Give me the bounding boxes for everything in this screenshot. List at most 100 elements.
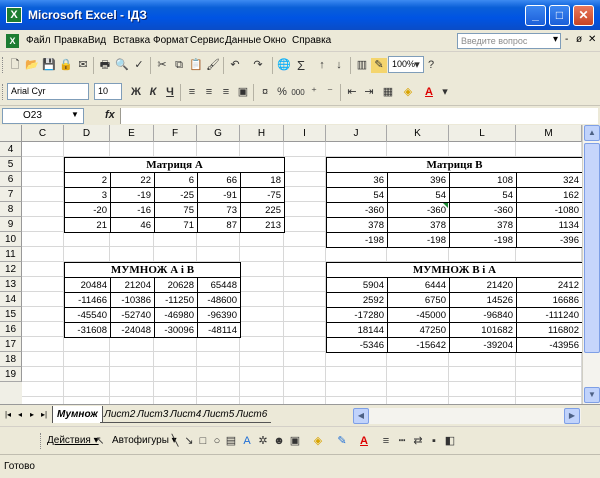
toolbar-grip[interactable] xyxy=(40,433,43,449)
row-header-13[interactable]: 13 xyxy=(0,277,22,292)
matrix-a-cell[interactable]: 87 xyxy=(198,218,240,233)
menu-help[interactable]: Справка xyxy=(292,35,331,46)
next-sheet-icon[interactable]: ▸ xyxy=(27,410,37,419)
menu-insert[interactable]: Вставка xyxy=(113,35,150,46)
row-header-4[interactable]: 4 xyxy=(0,142,22,157)
matrix-b-cell[interactable]: 54 xyxy=(388,188,449,203)
sheet-tab-list6[interactable]: Лист6 xyxy=(232,406,272,423)
matrix-b-cell[interactable]: 378 xyxy=(388,218,449,233)
matrix-a-cell[interactable]: -20 xyxy=(65,203,110,218)
product-ab-cell[interactable]: -30096 xyxy=(155,323,197,338)
align-center-icon[interactable]: ≡ xyxy=(201,85,217,100)
new-document-icon[interactable]: 🗋 xyxy=(7,58,23,73)
matrix-a-cell[interactable]: 46 xyxy=(111,218,154,233)
increase-indent-icon[interactable]: ⇥ xyxy=(361,85,377,100)
product-ab-cell[interactable]: -46980 xyxy=(155,308,197,323)
matrix-b-cell[interactable]: 1134 xyxy=(517,218,582,233)
thousands-button[interactable]: 000 xyxy=(290,85,306,100)
maximize-button[interactable]: □ xyxy=(549,5,570,26)
column-header-d[interactable]: D xyxy=(64,125,110,142)
column-header-c[interactable]: C xyxy=(22,125,64,142)
decrease-decimal-icon[interactable]: ⁻ xyxy=(322,85,338,100)
matrix-a-cell[interactable]: -75 xyxy=(241,188,284,203)
insert-function-icon[interactable]: fx xyxy=(105,109,115,121)
matrix-b-cell[interactable]: -198 xyxy=(388,233,449,248)
align-left-icon[interactable]: ≡ xyxy=(184,85,200,100)
product-ab-cell[interactable]: -45540 xyxy=(65,308,110,323)
product-ab-cell[interactable]: -31608 xyxy=(65,323,110,338)
row-header-5[interactable]: 5 xyxy=(0,157,22,172)
font-color-icon[interactable]: A xyxy=(356,434,372,449)
matrix-b-cell[interactable]: -198 xyxy=(450,233,516,248)
column-header-g[interactable]: G xyxy=(197,125,240,142)
menu-file[interactable]: Файл xyxy=(26,35,51,46)
help-search-input[interactable]: Введите вопрос xyxy=(457,33,561,49)
line-style-icon[interactable]: ≡ xyxy=(378,434,394,449)
row-header-17[interactable]: 17 xyxy=(0,337,22,352)
bold-button[interactable]: Ж xyxy=(128,85,144,100)
matrix-b-cell[interactable]: 108 xyxy=(450,173,516,188)
menu-data[interactable]: Данные xyxy=(225,35,261,46)
product-ba-cell[interactable]: -111240 xyxy=(517,308,582,323)
font-color-icon[interactable]: A xyxy=(421,85,437,100)
row-header-15[interactable]: 15 xyxy=(0,307,22,322)
sort-ascending-icon[interactable]: ↑ xyxy=(314,58,330,73)
matrix-a-cell[interactable]: 73 xyxy=(198,203,240,218)
fill-color-icon[interactable]: ◈ xyxy=(400,85,416,100)
doc-restore-button[interactable]: ø xyxy=(576,34,582,45)
product-ab-cell[interactable]: 21204 xyxy=(111,278,154,293)
matrix-b-cell[interactable]: 324 xyxy=(517,173,582,188)
textbox-icon[interactable]: ▤ xyxy=(223,434,239,449)
product-ba-cell[interactable]: 2412 xyxy=(517,278,582,293)
matrix-b-cell[interactable]: -360 xyxy=(450,203,516,218)
underline-button[interactable]: Ч xyxy=(162,85,178,100)
matrix-a-cell[interactable]: 75 xyxy=(155,203,197,218)
3d-style-icon[interactable]: ◧ xyxy=(442,434,458,449)
product-ab-cell[interactable]: -11250 xyxy=(155,293,197,308)
product-ba-cell[interactable]: 116802 xyxy=(517,323,582,338)
email-icon[interactable]: ✉ xyxy=(75,58,91,73)
clipart-icon[interactable]: ☻ xyxy=(271,434,287,449)
column-header-k[interactable]: K xyxy=(387,125,449,142)
row-header-8[interactable]: 8 xyxy=(0,202,22,217)
redo-icon[interactable]: ↷ xyxy=(250,58,266,73)
column-header-f[interactable]: F xyxy=(154,125,197,142)
matrix-a-cell[interactable]: -25 xyxy=(155,188,197,203)
product-ab-cell[interactable]: -11466 xyxy=(65,293,110,308)
matrix-b-cell[interactable]: 396 xyxy=(388,173,449,188)
product-ba-cell[interactable]: 2592 xyxy=(327,293,387,308)
matrix-a-cell[interactable]: 66 xyxy=(198,173,240,188)
print-preview-icon[interactable]: 🔍 xyxy=(114,58,130,73)
matrix-a-cell[interactable]: 21 xyxy=(65,218,110,233)
autosum-icon[interactable]: Σ xyxy=(293,58,309,73)
scroll-down-button[interactable]: ▼ xyxy=(584,387,600,403)
line-color-icon[interactable]: ✎ xyxy=(334,434,350,449)
menu-tools[interactable]: Сервис xyxy=(190,35,224,46)
font-size-select[interactable]: 10 xyxy=(94,83,122,100)
arrow-style-icon[interactable]: ⇄ xyxy=(410,434,426,449)
product-ba-cell[interactable]: 47250 xyxy=(388,323,449,338)
dash-style-icon[interactable]: ┅ xyxy=(394,434,410,449)
minimize-button[interactable]: _ xyxy=(525,5,546,26)
column-header-l[interactable]: L xyxy=(449,125,516,142)
toolbar-grip[interactable] xyxy=(2,84,5,100)
cut-icon[interactable]: ✂ xyxy=(154,58,170,73)
hyperlink-icon[interactable]: 🌐 xyxy=(276,58,292,73)
shadow-icon[interactable]: ▪ xyxy=(426,434,442,449)
percent-button[interactable]: % xyxy=(274,85,290,100)
matrix-b-cell[interactable]: 378 xyxy=(327,218,387,233)
fill-color-icon[interactable]: ◈ xyxy=(310,434,326,449)
matrix-b-cell[interactable]: 54 xyxy=(450,188,516,203)
name-box-dropdown-icon[interactable]: ▼ xyxy=(71,110,79,119)
matrix-b-cell[interactable]: -198 xyxy=(327,233,387,248)
column-header-h[interactable]: H xyxy=(240,125,284,142)
column-header-m[interactable]: M xyxy=(516,125,582,142)
menu-edit[interactable]: Правка xyxy=(54,35,88,46)
matrix-b-cell[interactable]: -396 xyxy=(517,233,582,248)
matrix-b-cell[interactable]: -1080 xyxy=(517,203,582,218)
spelling-icon[interactable]: ✓ xyxy=(131,58,147,73)
formula-input[interactable] xyxy=(120,108,598,124)
product-ab-cell[interactable]: -48600 xyxy=(198,293,240,308)
row-header-18[interactable]: 18 xyxy=(0,352,22,367)
select-all-corner[interactable] xyxy=(0,125,22,142)
